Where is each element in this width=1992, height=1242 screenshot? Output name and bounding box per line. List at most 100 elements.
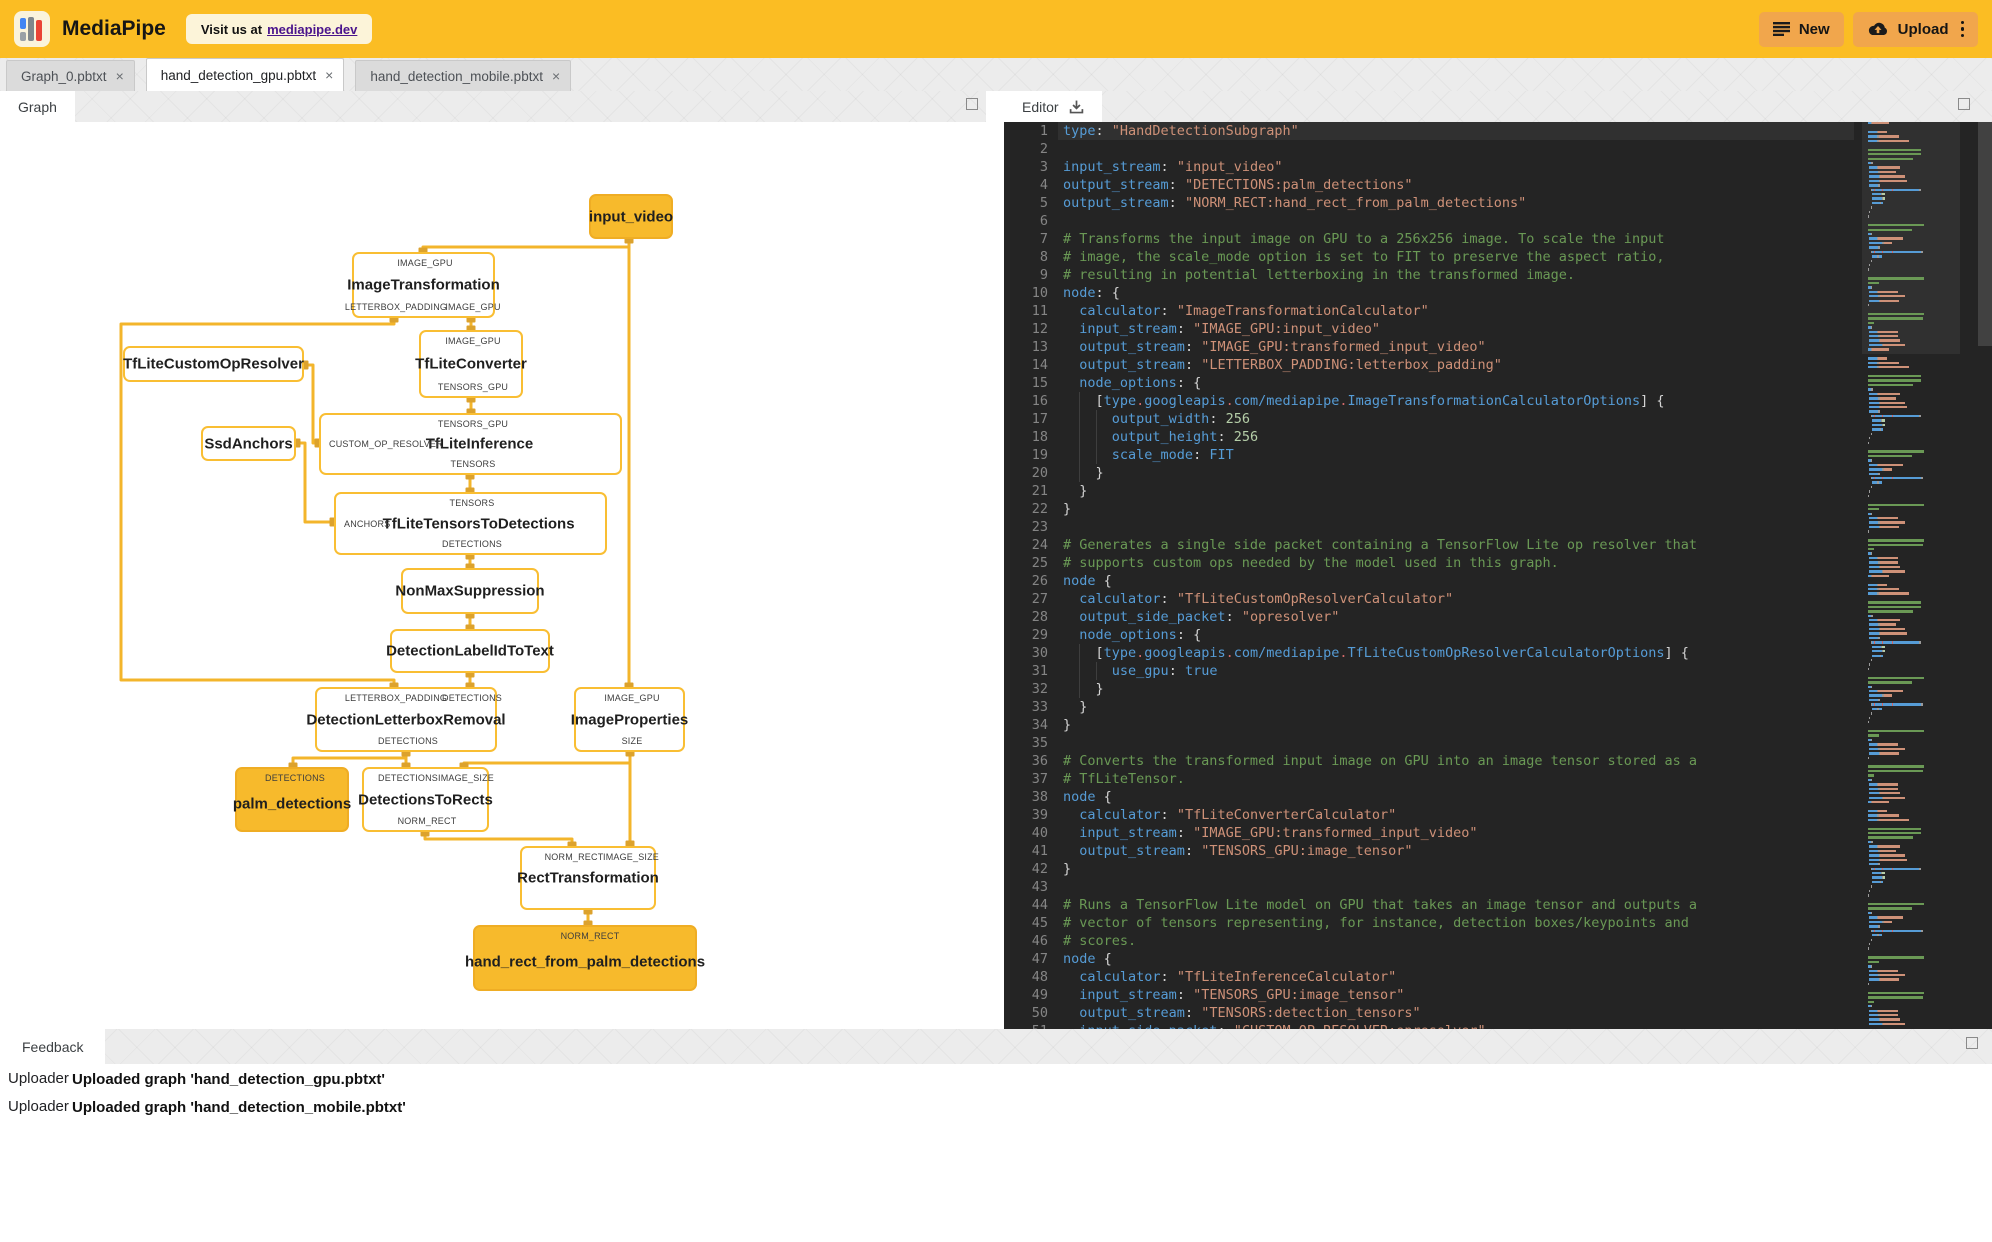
input-port-label: IMAGE_GPU [397,258,453,268]
graph-panel-expand-icon[interactable] [966,98,978,110]
line-number: 50 [1031,1005,1048,1021]
code-line: 6 [1004,212,1992,230]
line-number: 37 [1031,771,1048,787]
input-port-label: TENSORS_GPU [437,419,509,429]
graph-node-hand_rect_from_palm_detections[interactable]: hand_rect_from_palm_detections NORM_RECT [465,925,705,991]
code-line: 8 # image, the scale_mode option is set t… [1004,248,1992,266]
code-line: 28 output_side_packet: "opresolver" [1004,608,1992,626]
code-line: 20 } [1004,464,1992,482]
output-port-label: SIZE [621,736,643,746]
node-title: hand_rect_from_palm_detections [464,953,706,971]
graph-tab-label: Graph [18,98,57,115]
code-lines: 1 type: "HandDetectionSubgraph" 2 3 input_st… [1004,122,1992,1029]
input-port-label: IMAGE_SIZE [602,852,660,862]
graph-node-TfLiteCustomOpResolver[interactable]: TfLiteCustomOpResolver [123,346,304,382]
node-title: SsdAnchors [204,435,293,452]
code-line: 5 output_stream: "NORM_RECT:hand_rect_fro… [1004,194,1992,212]
editor-scrollbar-thumb[interactable] [1978,122,1992,346]
file-tab-label: hand_detection_mobile.pbtxt [370,68,543,84]
download-icon[interactable] [1069,100,1084,114]
output-port-label: NORM_RECT [397,816,457,826]
graph-node-TfLiteConverter[interactable]: TfLiteConverter IMAGE_GPU TENSORS_GPU [415,330,527,398]
feedback-message: Uploaded graph 'hand_detection_gpu.pbtxt… [72,1071,385,1088]
node-title: ImageProperties [570,711,689,728]
code-line: 31 use_gpu: true [1004,662,1992,680]
code-line: 37 # TfLiteTensor. [1004,770,1992,788]
close-icon[interactable]: × [325,67,333,83]
code-line: 12 input_stream: "IMAGE_GPU:input_video" [1004,320,1992,338]
line-number: 11 [1031,303,1048,319]
editor-scrollbar[interactable] [1978,122,1992,1029]
more-options-kebab-icon[interactable] [1960,19,1964,39]
code-line: 35 [1004,734,1992,752]
code-line: 1 type: "HandDetectionSubgraph" [1004,122,1992,140]
mediapipe-dev-link[interactable]: mediapipe.dev [267,22,357,37]
graph-node-TfLiteInference[interactable]: TfLiteInference TENSORS_GPU TENSORS CUSTOM_… [319,413,622,475]
line-number: 3 [1039,159,1048,175]
graph-node-ImageProperties[interactable]: ImageProperties IMAGE_GPU SIZE [571,687,688,752]
graph-canvas[interactable]: input_video ImageTransformation IMAGE_GPU L… [0,122,996,1029]
graph-node-palm_detections[interactable]: palm_detections DETECTIONS [233,767,351,832]
line-number: 49 [1031,987,1048,1003]
line-number: 16 [1031,393,1048,409]
code-line: 46 # scores. [1004,932,1992,950]
code-line: 29 node_options: { [1004,626,1992,644]
line-number: 41 [1031,843,1048,859]
graph-node-DetectionLetterboxRemoval[interactable]: DetectionLetterboxRemoval LETTERBOX_PADDI… [306,687,506,752]
graph-node-RectTransformation[interactable]: RectTransformation NORM_RECT IMAGE_SIZE [517,846,660,910]
code-line: 30 [type.googleapis.com/mediapipe.TfLite… [1004,644,1992,662]
upload-button[interactable]: Upload [1852,11,1978,47]
graph-node-input_video[interactable]: input_video [589,194,673,239]
new-button[interactable]: New [1758,11,1844,47]
output-port-label: TENSORS [450,459,496,469]
code-line: 48 calculator: "TfLiteInferenceCalculato… [1004,968,1992,986]
line-number: 10 [1031,285,1048,301]
input-port-label: LETTERBOX_PADDING [344,693,448,703]
new-list-icon [1772,22,1790,36]
graph-node-DetectionsToRects[interactable]: DetectionsToRects DETECTIONS IMAGE_SIZE NOR… [358,767,494,832]
node-title: ImageTransformation [347,276,500,294]
minimap[interactable] [1868,122,1954,1029]
visit-text: Visit us at [200,21,263,37]
line-number: 40 [1031,825,1048,841]
node-title: TfLiteConverter [415,355,527,373]
line-number: 21 [1031,483,1048,499]
graph-node-ImageTransformation[interactable]: ImageTransformation IMAGE_GPU LETTERBOX_PA… [345,252,500,318]
editor-panel-expand-icon[interactable] [1958,98,1970,110]
line-number: 6 [1039,213,1048,229]
code-line: 24 # Generates a single side packet conta… [1004,536,1992,554]
side-port-label: ANCHORS [344,518,391,529]
graph-node-DetectionLabelIdToText[interactable]: DetectionLabelIdToText [386,629,554,673]
feedback-tab-label: Feedback [22,1038,84,1055]
code-line: 49 input_stream: "TENSORS_GPU:image_tens… [1004,986,1992,1004]
tab-feedback[interactable]: Feedback [0,1029,106,1064]
graph-node-NonMaxSuppression[interactable]: NonMaxSuppression [395,568,545,614]
file-tab-Graph_0.pbtxt[interactable]: Graph_0.pbtxt × [6,60,135,91]
graph-node-TfLiteTensorsToDetections[interactable]: TfLiteTensorsToDetections TENSORS DETECTIO… [334,492,607,555]
line-number: 18 [1031,429,1048,445]
close-icon[interactable]: × [116,68,124,84]
graph-node-SsdAnchors[interactable]: SsdAnchors [201,426,296,461]
code-line: 21 } [1004,482,1992,500]
app-title: MediaPipe [62,17,166,40]
tab-editor[interactable]: Editor [1004,91,1102,122]
code-editor[interactable]: 1 type: "HandDetectionSubgraph" 2 3 input_st… [1004,122,1992,1029]
line-number: 15 [1031,375,1048,391]
file-tab-bar: Graph_0.pbtxt × hand_detection_gpu.pbtxt × h… [0,58,1992,91]
line-number: 33 [1031,699,1048,715]
code-line: 10 node: { [1004,284,1992,302]
editor-tab-label: Editor [1022,98,1059,115]
app-header: MediaPipe Visit us at mediapipe.dev New … [0,0,1992,58]
file-tab-hand_detection_mobile.pbtxt[interactable]: hand_detection_mobile.pbtxt × [355,60,572,91]
code-line: 13 output_stream: "IMAGE_GPU:transformed… [1004,338,1992,356]
feedback-panel-expand-icon[interactable] [1966,1037,1978,1049]
code-line: 26 node { [1004,572,1992,590]
close-icon[interactable]: × [552,68,560,84]
code-line: 4 output_stream: "DETECTIONS:palm_detecti… [1004,176,1992,194]
line-number: 8 [1039,249,1048,265]
feedback-entry: Uploader Uploaded graph 'hand_detection_m… [0,1094,900,1122]
tab-graph[interactable]: Graph [0,91,75,122]
output-port-label: TENSORS_GPU [437,382,509,392]
file-tab-hand_detection_gpu.pbtxt[interactable]: hand_detection_gpu.pbtxt × [145,58,345,91]
line-number: 17 [1031,411,1048,427]
